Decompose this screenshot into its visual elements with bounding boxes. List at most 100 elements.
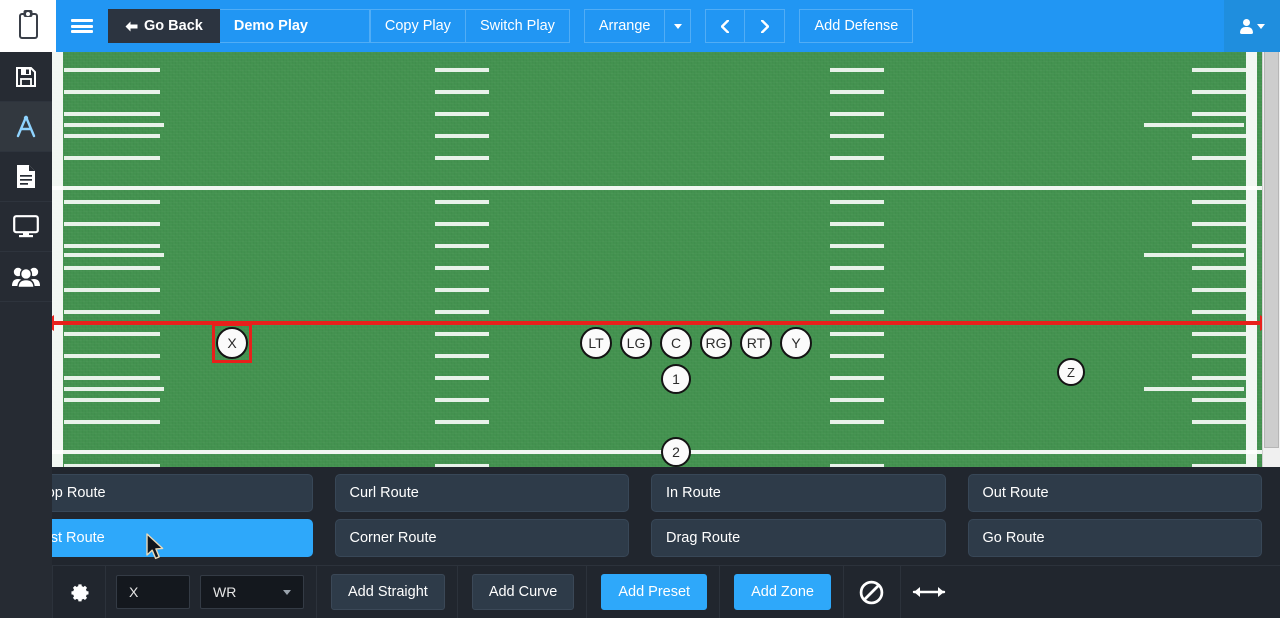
route-button-curl-route[interactable]: Curl Route <box>334 474 629 512</box>
route-button-post-route[interactable]: Post Route <box>18 519 313 557</box>
hash-mark <box>64 90 160 94</box>
toolbar-divider-4 <box>456 565 458 618</box>
next-step-button[interactable] <box>745 9 786 43</box>
vertical-scrollbar[interactable] <box>1262 0 1280 467</box>
hash-mark <box>435 134 489 138</box>
defense-group: Add Defense <box>799 0 914 52</box>
yard-marker <box>1144 123 1244 127</box>
add-preset-button[interactable]: Add Preset <box>601 574 708 610</box>
hash-mark <box>830 398 884 402</box>
user-menu-button[interactable] <box>1224 0 1280 52</box>
hash-mark <box>1192 134 1246 138</box>
sidebar-item-playbook[interactable] <box>0 102 52 152</box>
player-marker-rt[interactable]: RT <box>740 327 772 359</box>
route-button-in-route[interactable]: In Route <box>651 474 946 512</box>
hash-mark <box>435 200 489 204</box>
arrange-label: Arrange <box>598 18 651 34</box>
hash-mark <box>435 244 489 248</box>
toolbar-divider-5 <box>586 565 588 618</box>
player-marker-rg[interactable]: RG <box>700 327 732 359</box>
player-marker-z[interactable]: Z <box>1057 358 1085 386</box>
route-button-stop-route[interactable]: Stop Route <box>18 474 313 512</box>
player-marker-c[interactable]: C <box>660 327 692 359</box>
add-defense-label: Add Defense <box>814 18 899 34</box>
player-marker-1[interactable]: 1 <box>661 364 691 394</box>
field-viewport[interactable]: X LT LG C RG RT Y 1 2 Z <box>52 52 1262 467</box>
go-back-button[interactable]: Go Back <box>108 9 220 43</box>
switch-play-button[interactable]: Switch Play <box>465 9 570 43</box>
sidebar-item-document[interactable] <box>0 152 52 202</box>
toolbar-divider <box>570 0 584 52</box>
hash-mark <box>830 134 884 138</box>
arrange-dropdown-toggle[interactable] <box>665 9 692 43</box>
football-field[interactable]: X LT LG C RG RT Y 1 2 Z <box>52 52 1262 467</box>
hash-mark <box>830 68 884 72</box>
add-zone-label: Add Zone <box>751 584 814 600</box>
add-straight-button[interactable]: Add Straight <box>331 574 445 610</box>
hash-mark <box>435 156 489 160</box>
hash-mark <box>64 310 160 314</box>
hash-mark <box>64 354 160 358</box>
player-name-input[interactable]: X <box>116 575 190 609</box>
hash-mark <box>64 112 160 116</box>
arrange-button[interactable]: Arrange <box>583 9 666 43</box>
settings-button[interactable] <box>53 566 105 618</box>
gear-icon <box>70 583 89 601</box>
route-button-corner-route[interactable]: Corner Route <box>334 519 629 557</box>
add-defense-button[interactable]: Add Defense <box>799 9 914 43</box>
flip-play-button[interactable] <box>901 566 957 618</box>
left-sideline <box>52 52 63 467</box>
sidebar-item-save[interactable] <box>0 52 52 102</box>
route-button-label: Out Route <box>982 485 1049 501</box>
hash-mark <box>64 68 160 72</box>
sidebar-item-presentation[interactable] <box>0 202 52 252</box>
step-nav-group <box>705 0 786 52</box>
route-button-out-route[interactable]: Out Route <box>967 474 1262 512</box>
hash-mark <box>1192 90 1246 94</box>
route-button-go-route[interactable]: Go Route <box>967 519 1262 557</box>
hash-mark <box>830 222 884 226</box>
clipboard-icon <box>18 13 38 39</box>
hash-mark <box>1192 200 1246 204</box>
hash-mark <box>830 156 884 160</box>
hash-mark <box>1192 112 1246 116</box>
hash-mark <box>435 420 489 424</box>
scrimmage-arrow-left-icon <box>52 315 54 331</box>
add-curve-button[interactable]: Add Curve <box>471 574 575 610</box>
player-label: RT <box>746 335 766 351</box>
prev-step-button[interactable] <box>705 9 746 43</box>
player-marker-lt[interactable]: LT <box>580 327 612 359</box>
vertical-scroll-thumb[interactable] <box>1264 18 1279 448</box>
clear-route-button[interactable] <box>844 566 900 618</box>
hash-mark <box>435 398 489 402</box>
player-label: Z <box>1067 364 1075 380</box>
player-marker-2[interactable]: 2 <box>661 437 691 467</box>
player-position-select[interactable]: WR <box>200 575 304 609</box>
play-name-field[interactable]: Demo Play <box>219 9 370 43</box>
bottom-toolbar: X WR Add Straight Add Curve Add Preset A… <box>0 565 1280 618</box>
hash-mark <box>64 134 160 138</box>
player-label: Y <box>791 335 801 351</box>
sidebar-item-roster[interactable] <box>0 252 52 302</box>
player-marker-y[interactable]: Y <box>780 327 812 359</box>
hash-mark <box>64 156 160 160</box>
hash-mark <box>1192 310 1246 314</box>
player-marker-x[interactable]: X <box>216 327 248 359</box>
switch-play-label: Switch Play <box>479 18 555 34</box>
hash-mark <box>1192 420 1246 424</box>
hash-mark <box>64 376 160 380</box>
app-logo[interactable] <box>0 0 56 52</box>
top-toolbar: Go Back Demo Play Copy Play Switch Play … <box>0 0 1280 52</box>
hash-mark <box>830 376 884 380</box>
player-marker-lg[interactable]: LG <box>620 327 652 359</box>
hash-mark <box>830 354 884 358</box>
copy-play-button[interactable]: Copy Play <box>369 9 466 43</box>
chevron-down-icon <box>1256 23 1265 29</box>
hash-mark <box>1192 68 1246 72</box>
yard-line <box>52 186 1262 190</box>
hamburger-menu-icon[interactable] <box>56 0 108 52</box>
hash-mark <box>435 288 489 292</box>
hash-mark <box>1192 332 1246 336</box>
route-button-drag-route[interactable]: Drag Route <box>651 519 946 557</box>
add-zone-button[interactable]: Add Zone <box>734 574 831 610</box>
